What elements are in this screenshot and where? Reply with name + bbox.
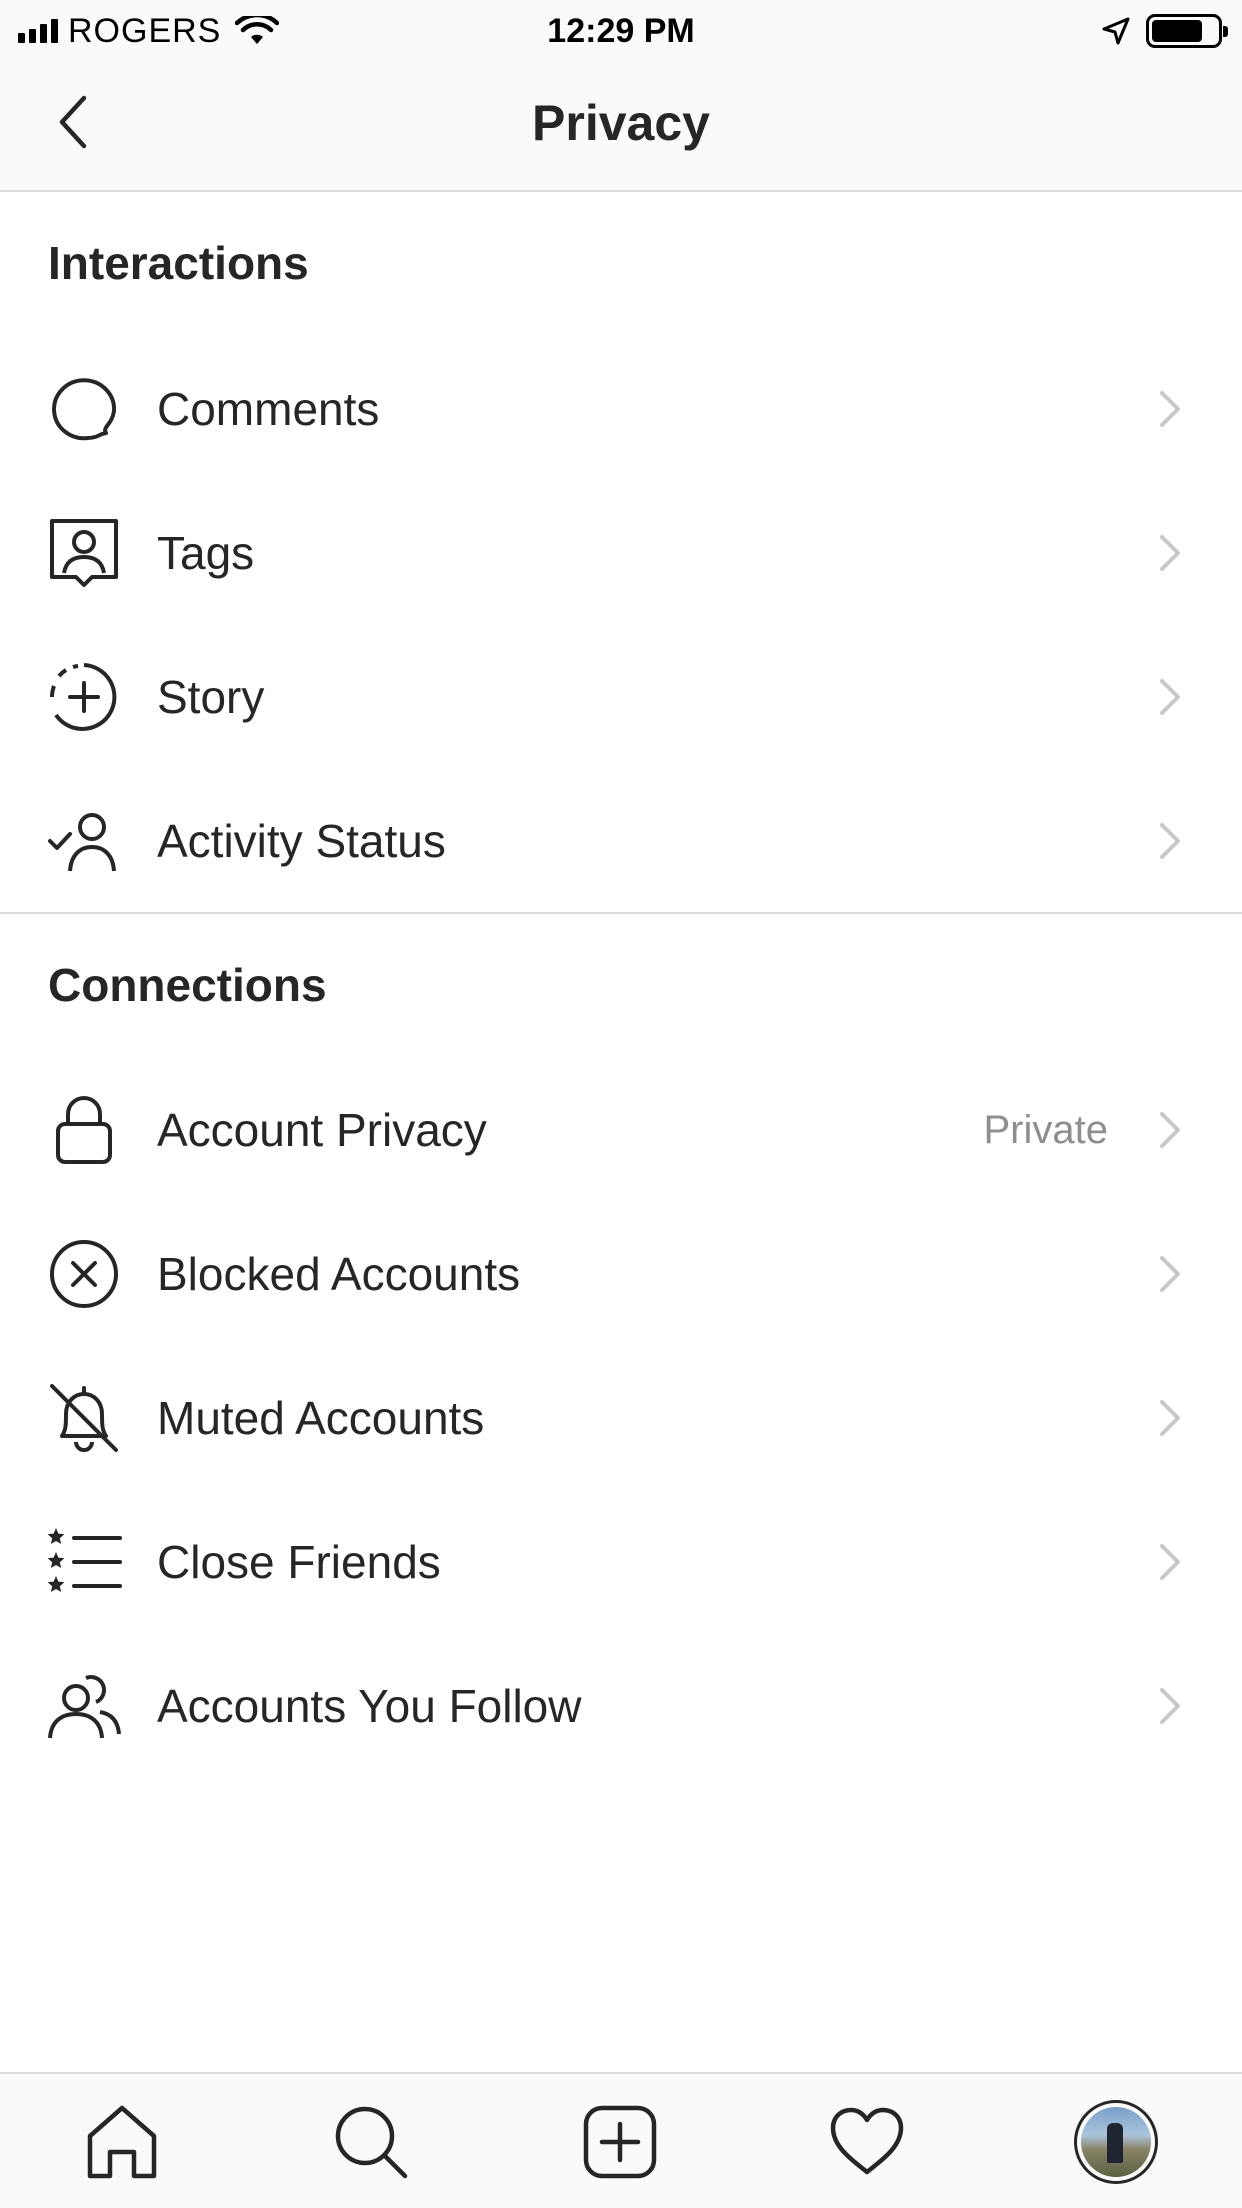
chevron-right-icon	[1160, 1544, 1180, 1580]
menu-item-activity-status[interactable]: Activity Status	[0, 769, 1242, 913]
menu-item-story[interactable]: Story	[0, 625, 1242, 769]
battery-fill	[1152, 20, 1202, 42]
chevron-right-icon	[1160, 391, 1180, 427]
activity-status-icon	[46, 803, 122, 879]
menu-item-label: Blocked Accounts	[157, 1248, 521, 1300]
people-icon	[46, 1668, 122, 1744]
chevron-right-icon	[1160, 823, 1180, 859]
section-title-connections: Connections	[48, 959, 327, 1011]
account-privacy-value: Private	[983, 1107, 1109, 1152]
story-plus-icon	[46, 659, 122, 735]
tab-add-post[interactable]	[574, 2096, 666, 2188]
tab-activity[interactable]	[821, 2096, 913, 2188]
menu-item-accounts-you-follow[interactable]: Accounts You Follow	[0, 1634, 1242, 1778]
home-icon	[87, 2105, 157, 2179]
menu-item-label: Tags	[157, 527, 255, 579]
star-list-icon	[46, 1524, 122, 1600]
muted-bell-icon	[46, 1380, 122, 1456]
add-post-icon	[583, 2105, 657, 2179]
menu-item-label: Comments	[157, 383, 380, 435]
tab-profile[interactable]	[1070, 2096, 1162, 2188]
menu-item-label: Activity Status	[157, 815, 446, 867]
search-icon	[335, 2106, 408, 2179]
menu-item-comments[interactable]: Comments	[0, 337, 1242, 481]
menu-item-label: Muted Accounts	[157, 1392, 485, 1444]
heart-icon	[830, 2107, 904, 2175]
navigation-bar: Privacy	[0, 62, 1242, 192]
profile-avatar	[1074, 2100, 1158, 2184]
menu-item-close-friends[interactable]: Close Friends	[0, 1490, 1242, 1634]
chevron-right-icon	[1160, 535, 1180, 571]
chevron-right-icon	[1160, 1688, 1180, 1724]
tab-search[interactable]	[325, 2096, 417, 2188]
menu-item-label: Account Privacy	[157, 1104, 487, 1156]
menu-item-label: Story	[157, 671, 265, 723]
status-time: 12:29 PM	[547, 12, 695, 50]
status-right	[1100, 12, 1228, 50]
section-title-interactions: Interactions	[48, 237, 309, 289]
chevron-right-icon	[1160, 1256, 1180, 1292]
battery-icon	[1146, 14, 1228, 48]
blocked-circle-x-icon	[46, 1236, 122, 1312]
avatar-photo	[1081, 2107, 1151, 2177]
menu-item-blocked-accounts[interactable]: Blocked Accounts	[0, 1202, 1242, 1346]
menu-item-muted-accounts[interactable]: Muted Accounts	[0, 1346, 1242, 1490]
location-arrow-icon	[1102, 17, 1130, 45]
page-title: Privacy	[532, 95, 710, 151]
chevron-right-icon	[1160, 679, 1180, 715]
lock-icon	[46, 1092, 122, 1168]
section-divider	[0, 912, 1242, 914]
menu-item-tags[interactable]: Tags	[0, 481, 1242, 625]
tag-person-icon	[46, 515, 122, 591]
tab-home[interactable]	[76, 2096, 168, 2188]
chevron-right-icon	[1160, 1112, 1180, 1148]
menu-item-label: Close Friends	[157, 1536, 441, 1588]
menu-item-label: Accounts You Follow	[157, 1680, 582, 1732]
status-bar: ROGERS 12:29 PM	[0, 0, 1242, 62]
menu-item-account-privacy[interactable]: Account Privacy Private	[0, 1058, 1242, 1202]
bottom-tab-bar	[0, 2072, 1242, 2208]
chevron-right-icon	[1160, 1400, 1180, 1436]
comment-bubble-icon	[46, 371, 122, 447]
